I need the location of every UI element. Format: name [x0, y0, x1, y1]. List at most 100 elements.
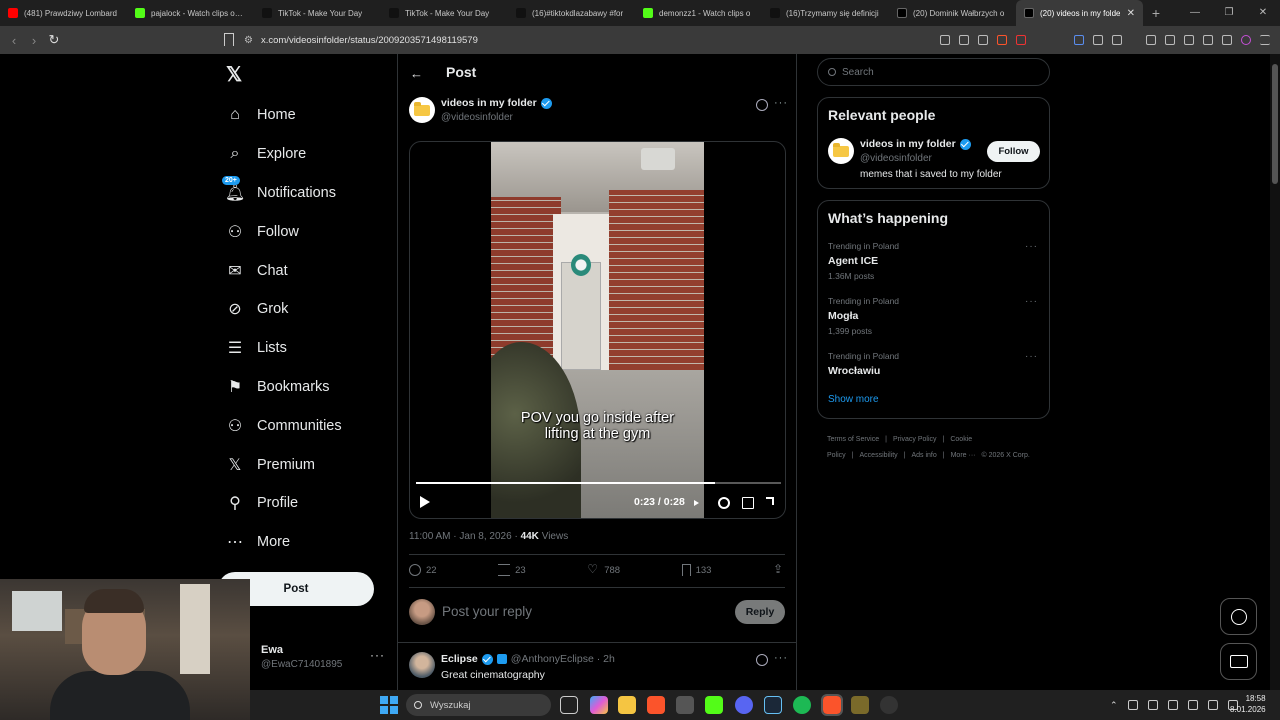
profile-icon[interactable]	[1241, 35, 1251, 45]
copilot-icon[interactable]	[590, 696, 608, 714]
discord-icon[interactable]	[735, 696, 753, 714]
nav-item-bookmarks[interactable]: ⚑ Bookmarks	[226, 368, 396, 407]
browser-tab[interactable]: (20) Dominik Wałbrzych o	[889, 0, 1016, 26]
show-more-link[interactable]: Show more	[828, 394, 879, 405]
post-timestamp[interactable]: 11:00 AM · Jan 8, 2026 ·	[409, 531, 521, 542]
footer-link[interactable]: Accessibility	[860, 452, 898, 459]
taskbar-clock[interactable]: 18:58 8.01.2026	[1230, 693, 1266, 715]
nav-item-profile[interactable]: ⚲ Profile	[226, 484, 396, 523]
trend-more-icon[interactable]: ···	[1025, 296, 1038, 307]
forward-nav-button[interactable]: ›	[24, 33, 44, 48]
vpn-icon[interactable]	[1222, 35, 1232, 45]
footer-link[interactable]: Terms of Service	[827, 436, 879, 443]
video-player[interactable]: POV you go inside after lifting at the g…	[409, 141, 786, 519]
comment-avatar[interactable]	[409, 652, 435, 678]
relevant-name-row[interactable]: videos in my folder	[860, 138, 971, 150]
back-nav-button[interactable]: ‹	[4, 33, 24, 48]
footer-link[interactable]: Privacy Policy	[893, 436, 937, 443]
post-more-icon[interactable]: ···	[774, 97, 788, 109]
reload-button[interactable]: ↻	[44, 32, 64, 48]
relevant-avatar[interactable]	[828, 138, 854, 164]
search-input[interactable]: Search	[817, 58, 1050, 86]
kick-app-icon[interactable]	[705, 696, 723, 714]
reply-input[interactable]: Post your reply	[442, 604, 532, 619]
picture-in-picture-icon[interactable]	[742, 497, 754, 509]
share-action[interactable]: ⇪	[773, 563, 785, 576]
repost-action[interactable]: 23	[498, 564, 526, 576]
footer-link[interactable]: © 2026 X Corp.	[981, 452, 1029, 459]
grok-explain-icon[interactable]	[756, 654, 768, 666]
site-settings-icon[interactable]: ⚙	[244, 35, 253, 46]
grok-fab-button[interactable]	[1220, 598, 1257, 635]
volume-icon[interactable]	[694, 500, 699, 506]
browser-tab[interactable]: (481) Prawdziwy Lombard	[0, 0, 127, 26]
reply-action[interactable]: 22	[409, 564, 437, 576]
x-logo[interactable]: 𝕏	[226, 62, 242, 87]
browser-tab[interactable]: (16)Trzymamy się definicji	[762, 0, 889, 26]
new-tab-button[interactable]: +	[1143, 5, 1169, 21]
extension-icon-1[interactable]	[1074, 35, 1084, 45]
nav-item-lists[interactable]: ☰ Lists	[226, 329, 396, 368]
messages-fab-button[interactable]	[1220, 643, 1257, 680]
maximize-button[interactable]: ❐	[1212, 0, 1246, 26]
taskbar-search[interactable]: Wyszukaj	[406, 694, 551, 716]
browser-tab[interactable]: (20) videos in my folde ✕	[1016, 0, 1143, 26]
tray-app-icon[interactable]	[1167, 700, 1178, 710]
brave-shield-icon[interactable]	[997, 35, 1007, 45]
author-avatar[interactable]	[409, 97, 435, 123]
trend-more-icon[interactable]: ···	[1025, 241, 1038, 252]
obs-icon[interactable]	[880, 696, 898, 714]
trend-item[interactable]: Trending in Poland Mogła 1,399 posts ···	[828, 296, 1040, 336]
calculator-icon[interactable]	[676, 696, 694, 714]
brave-rewards-icon[interactable]	[1016, 35, 1026, 45]
steam-icon[interactable]	[764, 696, 782, 714]
file-explorer-icon[interactable]	[618, 696, 636, 714]
browser-tab[interactable]: TikTok - Make Your Day	[381, 0, 508, 26]
wallet-icon[interactable]	[1184, 35, 1194, 45]
close-window-button[interactable]: ✕	[1246, 0, 1280, 26]
page-scrollbar[interactable]	[1270, 54, 1280, 690]
tray-app-icon[interactable]	[1127, 700, 1138, 710]
account-switcher[interactable]: Ewa @EwaC71401895	[261, 644, 342, 670]
browser-tab[interactable]: TikTok - Make Your Day	[254, 0, 381, 26]
spotify-icon[interactable]	[793, 696, 811, 714]
app-icon[interactable]	[851, 696, 869, 714]
bookmark-page-icon[interactable]	[224, 33, 234, 46]
nav-item-communities[interactable]: ⚇ Communities	[226, 406, 396, 445]
extensions-puzzle-icon[interactable]	[1093, 35, 1103, 45]
nav-item-home[interactable]: ⌂ Home	[226, 96, 396, 135]
browser-tab[interactable]: pajalock - Watch clips on K	[127, 0, 254, 26]
nav-item-explore[interactable]: ⌕ Explore	[226, 135, 396, 174]
url-field[interactable]: ⚙ x.com/videosinfolder/status/2009203571…	[244, 31, 964, 49]
browser-tab[interactable]: demonzz1 - Watch clips o	[635, 0, 762, 26]
nav-item-more[interactable]: ⋯ More	[226, 523, 396, 562]
scrollbar-thumb[interactable]	[1272, 64, 1278, 184]
post-author[interactable]: videos in my folder @videosinfolder	[441, 97, 552, 123]
sidebar-toggle-icon[interactable]	[1165, 35, 1175, 45]
microphone-icon[interactable]	[1187, 700, 1198, 710]
follow-button[interactable]: Follow	[987, 141, 1040, 162]
nav-item-premium[interactable]: 𝕏 Premium	[226, 445, 396, 484]
close-tab-icon[interactable]: ✕	[1127, 8, 1135, 19]
fullscreen-icon[interactable]	[766, 497, 774, 505]
start-button[interactable]	[380, 696, 398, 714]
settings-gear-icon[interactable]	[718, 497, 730, 509]
grok-explain-icon[interactable]	[756, 99, 768, 111]
tray-chevron-icon[interactable]: ⌃	[1110, 700, 1118, 711]
browser-tab[interactable]: (16)#tiktokdlazabawy #for	[508, 0, 635, 26]
nav-item-grok[interactable]: ⊘ Grok	[226, 290, 396, 329]
like-action[interactable]: ♡ 788	[587, 563, 620, 576]
media-icon[interactable]	[1146, 35, 1156, 45]
task-view-icon[interactable]	[560, 696, 578, 714]
trend-more-icon[interactable]: ···	[1025, 351, 1038, 362]
video-progress-bar[interactable]	[416, 482, 781, 484]
trend-item[interactable]: Trending in Poland Agent ICE 1.36M posts…	[828, 241, 1040, 281]
share-icon[interactable]	[978, 35, 988, 45]
minimize-button[interactable]: —	[1178, 0, 1212, 26]
comment-more-icon[interactable]: ···	[774, 652, 788, 664]
footer-link[interactable]: Ads info	[911, 452, 936, 459]
network-icon[interactable]	[1207, 700, 1218, 710]
footer-link[interactable]: More ···	[951, 452, 976, 459]
back-arrow-icon[interactable]: ←	[410, 66, 423, 81]
bookmark-action[interactable]: 133	[681, 564, 711, 576]
